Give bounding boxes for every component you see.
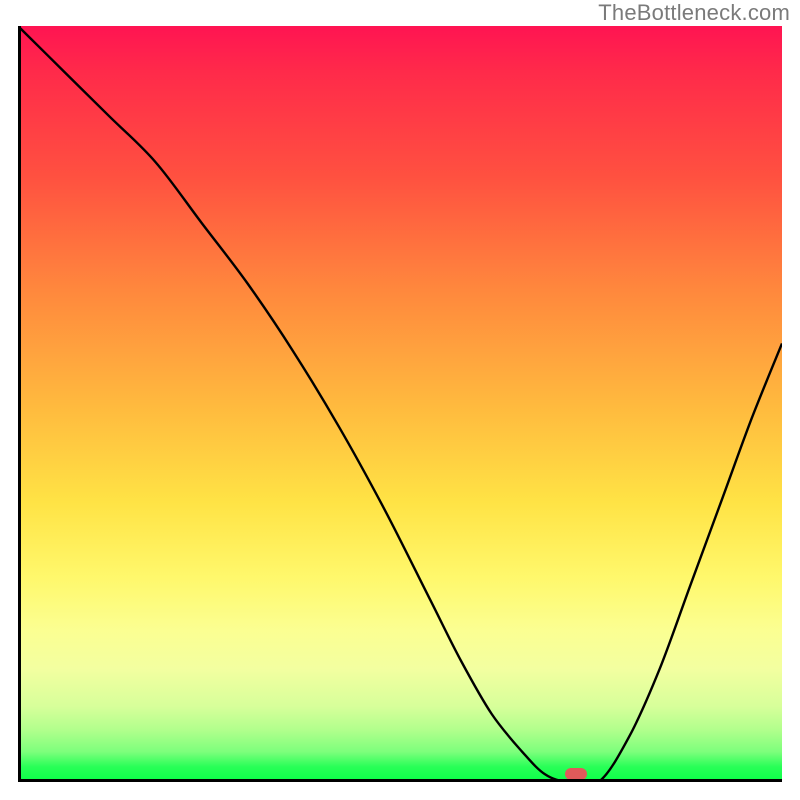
chart-container: TheBottleneck.com — [0, 0, 800, 800]
watermark-text: TheBottleneck.com — [598, 0, 790, 26]
plot-area — [18, 26, 782, 782]
bottleneck-curve-path — [18, 26, 782, 782]
optimal-marker — [565, 768, 587, 780]
curve-svg — [18, 26, 782, 782]
